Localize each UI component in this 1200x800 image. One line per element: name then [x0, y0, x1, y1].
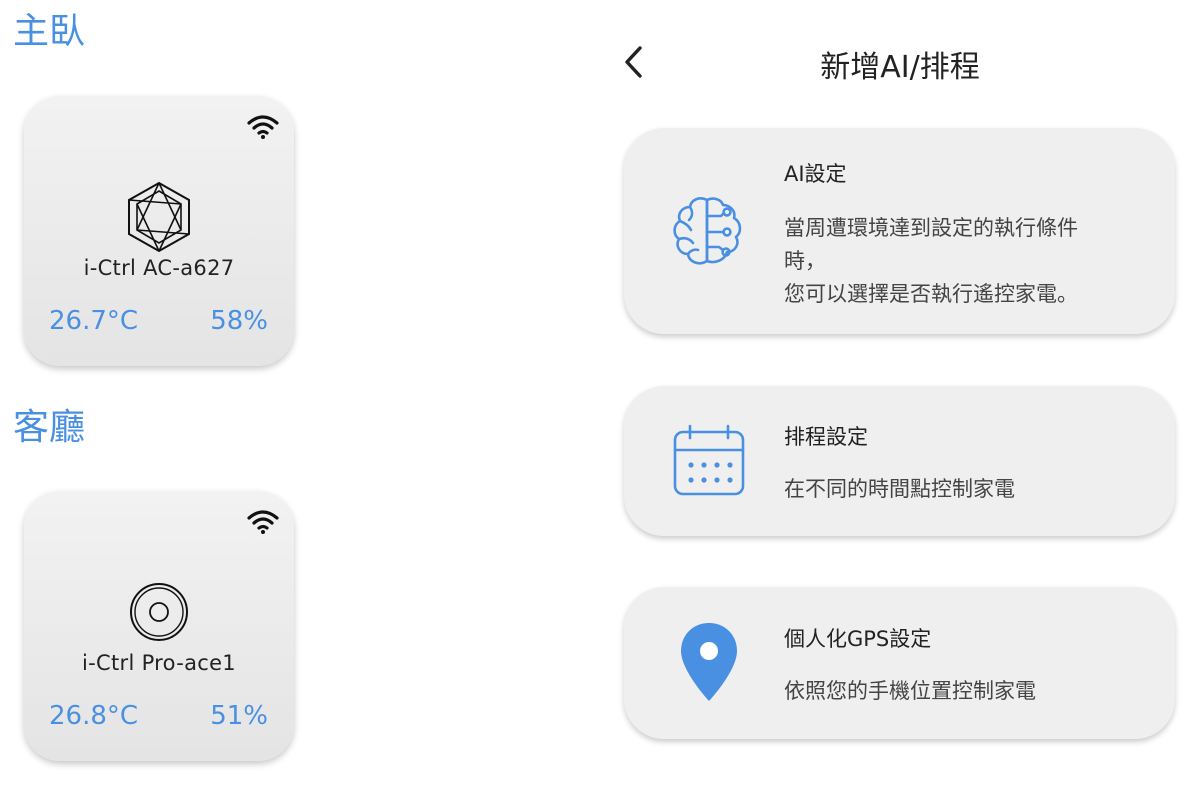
- app-page: 主臥 i-Ctrl AC-a627 26.7°C 58% 客廳 i-Ctrl P…: [0, 0, 1200, 800]
- room-title: 客廳: [13, 407, 86, 448]
- device-card[interactable]: i-Ctrl AC-a627 26.7°C 58%: [24, 96, 294, 366]
- round-device-icon: [130, 583, 188, 641]
- room-title: 主臥: [13, 11, 86, 52]
- device-name: i-Ctrl AC-a627: [83, 256, 235, 280]
- description-line: 依照您的手機位置控制家電: [784, 679, 1036, 703]
- device-temperature: 26.7°C: [49, 306, 139, 336]
- option-description: 當周遭環境達到設定的執行條件 時， 您可以選擇是否執行遙控家電。: [784, 212, 1124, 311]
- description-line: 在不同的時間點控制家電: [784, 477, 1015, 501]
- description-line: 當周遭環境達到設定的執行條件: [784, 216, 1078, 240]
- option-description: 依照您的手機位置控制家電: [784, 675, 1124, 708]
- location-pin-icon: [681, 623, 737, 701]
- description-line: 您可以選擇是否執行遙控家電。: [784, 282, 1078, 306]
- hexagon-device-icon: [128, 181, 190, 253]
- chevron-left-icon: [625, 46, 642, 78]
- option-title: 排程設定: [784, 425, 868, 449]
- wifi-icon: [247, 115, 279, 139]
- ai-settings-card[interactable]: AI設定 當周遭環境達到設定的執行條件 時， 您可以選擇是否執行遙控家電。: [624, 128, 1175, 334]
- gps-settings-card[interactable]: 個人化GPS設定 依照您的手機位置控制家電: [624, 587, 1175, 739]
- device-name: i-Ctrl Pro-ace1: [82, 651, 236, 675]
- option-title: 個人化GPS設定: [784, 627, 932, 651]
- device-card[interactable]: i-Ctrl Pro-ace1 26.8°C 51%: [24, 491, 294, 761]
- option-description: 在不同的時間點控制家電: [784, 473, 1124, 506]
- back-button[interactable]: [612, 40, 656, 84]
- wifi-icon: [247, 510, 279, 534]
- page-title: 新增AI/排程: [820, 50, 980, 85]
- option-title: AI設定: [784, 162, 847, 186]
- calendar-icon: [673, 424, 745, 496]
- schedule-settings-card[interactable]: 排程設定 在不同的時間點控制家電: [624, 386, 1175, 536]
- device-humidity: 58%: [210, 306, 268, 336]
- device-humidity: 51%: [210, 701, 268, 731]
- description-line: 時，: [784, 249, 826, 273]
- brain-icon: [673, 197, 742, 265]
- device-temperature: 26.8°C: [49, 701, 139, 731]
